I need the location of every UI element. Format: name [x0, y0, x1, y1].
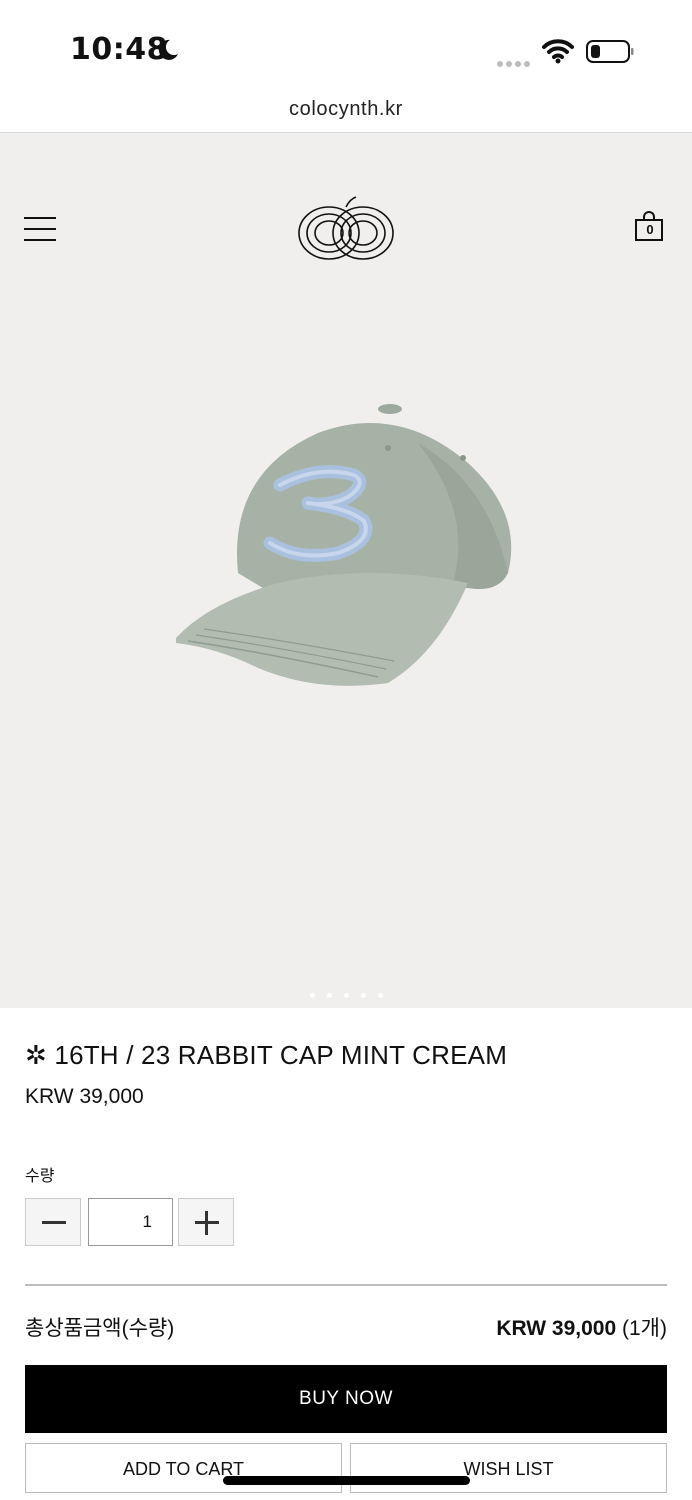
increase-quantity-button[interactable]: [178, 1198, 234, 1246]
carousel-indicator[interactable]: [0, 985, 692, 1003]
quantity-label: 수량: [25, 1168, 55, 1185]
url-text: colocynth.kr: [289, 98, 403, 120]
product-info: ✲ 16TH / 23 RABBIT CAP MINT CREAM KRW 39…: [25, 1040, 667, 1109]
status-time: 10:48: [70, 32, 168, 67]
total-label: 총상품금액(수량): [25, 1317, 175, 1340]
total-amount: KRW 39,000: [496, 1317, 617, 1340]
total-count: (1개): [622, 1317, 667, 1340]
quantity-input[interactable]: 1: [88, 1198, 173, 1246]
buy-now-button[interactable]: BUY NOW: [25, 1365, 667, 1433]
add-to-cart-button[interactable]: ADD TO CART: [25, 1443, 342, 1493]
total-value: KRW 39,000 (1개): [496, 1312, 667, 1342]
browser-url-bar[interactable]: colocynth.kr: [0, 90, 692, 133]
decrease-quantity-button[interactable]: [25, 1198, 81, 1246]
status-bar: 10:48: [0, 0, 692, 90]
hamburger-menu-icon[interactable]: [24, 217, 56, 245]
wish-list-button[interactable]: WISH LIST: [350, 1443, 667, 1493]
product-image[interactable]: [168, 403, 528, 693]
cart-count: 0: [646, 222, 654, 237]
product-title: ✲ 16TH / 23 RABBIT CAP MINT CREAM: [25, 1040, 508, 1070]
cart-icon[interactable]: 0: [634, 211, 668, 245]
home-indicator[interactable]: [223, 1476, 470, 1485]
product-hero: 0: [0, 133, 692, 1008]
divider: [25, 1284, 667, 1286]
moon-icon: [158, 39, 178, 60]
minus-icon: [42, 1221, 66, 1224]
wifi-icon: [542, 39, 574, 64]
brand-logo[interactable]: [296, 195, 396, 265]
signal-icon: [497, 54, 533, 72]
battery-icon: [586, 40, 634, 63]
product-price: KRW 39,000: [25, 1085, 144, 1108]
